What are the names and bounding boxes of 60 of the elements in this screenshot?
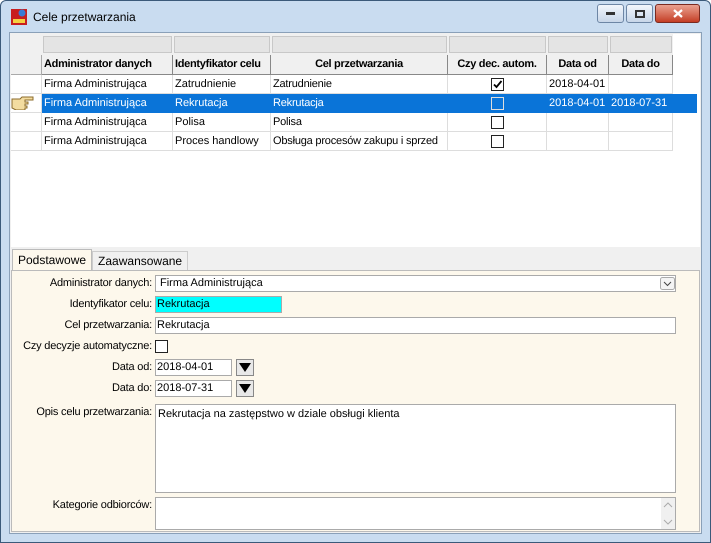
minimize-icon [606,12,615,15]
dropdown-icon [660,277,675,290]
calendar-button[interactable] [236,359,254,376]
close-button[interactable] [655,4,700,23]
table-cell-text: Firma Administrująca [44,76,147,92]
table-cell-text: Firma Administrująca [44,134,147,149]
maximize-icon [634,10,644,18]
field-label: Administrator danych: [50,277,152,289]
field-label: Opis celu przetwarzania: [36,406,152,418]
window-title: Cele przetwarzania [33,8,136,26]
table-cell-text: Zatrudnienie [175,76,236,92]
caret-icon [239,384,251,393]
field-label: Czy decyzje automatyczne: [23,340,152,352]
filter-field[interactable] [43,36,172,53]
minimize-button[interactable] [597,4,624,23]
caret-icon [239,363,251,372]
input-field[interactable]: Rekrutacja [155,296,282,313]
dropdown[interactable]: Firma Administrująca [155,275,676,292]
table-row[interactable]: Firma Administrująca Zatrudnienie Zatrudnienie 2018-04-01 [11,75,673,94]
table-row[interactable]: Firma Administrująca Rekrutacja Rekrutacja 2018-04-01 2018-07-31 [11,94,697,113]
table-cell-text: Firma Administrująca [44,114,147,130]
input-field[interactable]: Rekrutacja [155,317,676,334]
checkbox[interactable] [490,116,504,128]
table-cell-text: 2018-04-01 [549,96,606,111]
table-row[interactable]: Firma Administrująca Polisa Polisa [11,113,673,132]
field-label: Data od: [112,361,152,373]
filter-field[interactable] [272,36,447,53]
table-cell-text: 2018-07-31 [611,96,668,111]
table-cell-text: Polisa [273,114,302,130]
date-field[interactable]: 2018-07-31 [155,380,232,397]
tab[interactable]: Zaawansowane [92,251,188,270]
table-cell-text: Zatrudnienie [273,76,332,92]
field-label: Cel przetwarzania: [64,319,152,331]
scrollbar-arrows-icon [661,498,675,529]
pointing-hand-icon [11,96,35,110]
table-cell-text: Proces handlowy [175,134,259,149]
table-cell-text: Polisa [175,114,205,130]
text-area[interactable]: Rekrutacja na zastępstwo w dziale obsługi klienta [155,404,676,493]
table-cell-text: Obsługa procesów zakupu i sprzed [273,134,438,149]
date-field[interactable]: 2018-04-01 [155,359,232,376]
table-cell-text: Rekrutacja [175,96,228,111]
filter-field[interactable] [449,36,546,53]
maximize-button[interactable] [626,4,653,23]
checkbox[interactable] [155,340,168,353]
table-row[interactable]: Firma Administrująca Proces handlowy Obsługa procesów zakupu i sprzed [11,132,673,151]
filter-field[interactable] [548,36,608,53]
filter-field[interactable] [610,36,672,53]
tab[interactable]: Podstawowe [12,249,92,270]
field-label: Identyfikator celu: [70,298,152,310]
field-label: Data do: [112,382,152,394]
table-cell-text: Rekrutacja [273,96,324,111]
calendar-button[interactable] [236,380,254,397]
table-cell-text: 2018-04-01 [549,76,606,92]
checkbox[interactable] [490,78,504,90]
app-icon [11,8,27,24]
checkbox[interactable] [490,134,504,148]
close-icon [672,9,682,18]
field-label: Kategorie odbiorców: [52,499,152,511]
filter-field[interactable] [174,36,270,53]
table-cell-text: Firma Administrująca [44,96,147,111]
